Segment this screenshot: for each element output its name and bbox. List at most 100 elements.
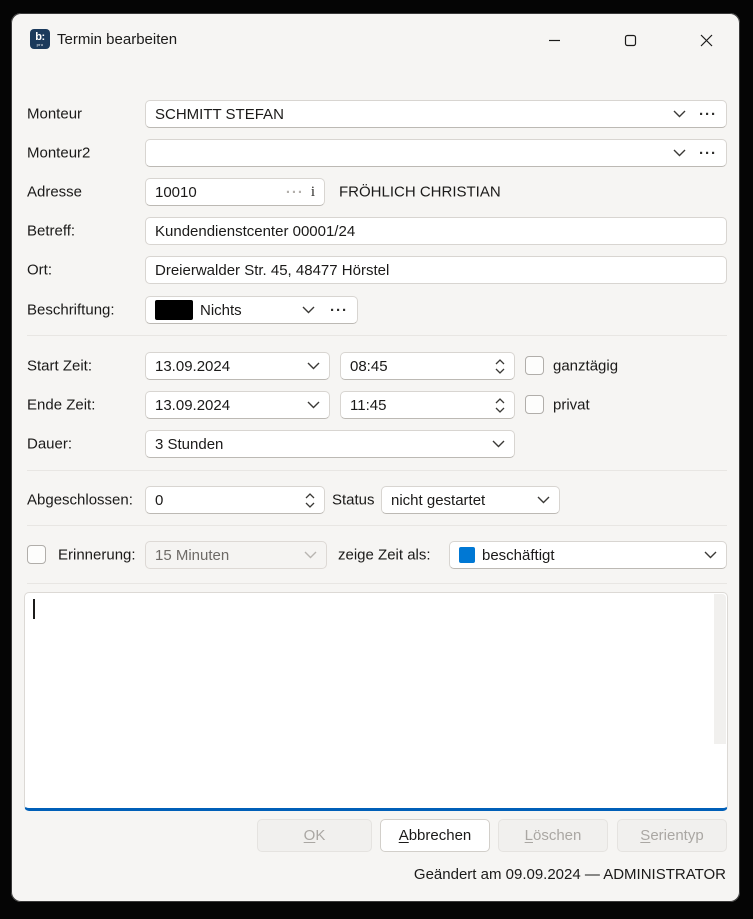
info-icon[interactable]: i <box>311 184 315 201</box>
adresse-label: Adresse <box>27 184 82 201</box>
row-start-zeit: Start Zeit: 13.09.2024 08:45 ganztägig <box>27 352 727 380</box>
spinner-arrows-icon[interactable] <box>305 493 315 508</box>
close-icon <box>700 34 713 47</box>
ganztaegig-checkbox[interactable] <box>525 356 544 375</box>
chevron-down-icon[interactable] <box>673 110 686 118</box>
row-erinnerung: Erinnerung: 15 Minuten zeige Zeit als: b… <box>27 541 727 569</box>
ende-date-value: 13.09.2024 <box>155 397 230 414</box>
zeige-zeit-als-label: zeige Zeit als: <box>338 547 431 564</box>
status-value: nicht gestartet <box>391 492 485 509</box>
abbrechen-button[interactable]: Abbrechen <box>380 819 490 852</box>
ende-time-value: 11:45 <box>350 397 386 414</box>
ort-input[interactable]: Dreierwalder Str. 45, 48477 Hörstel <box>145 256 727 284</box>
ganztaegig-label: ganztägig <box>553 358 618 375</box>
start-time-spinner[interactable]: 08:45 <box>340 352 515 380</box>
beschriftung-ellipsis-icon[interactable]: ··· <box>330 302 348 319</box>
ok-button[interactable]: OK <box>257 819 372 852</box>
serientyp-button[interactable]: Serientyp <box>617 819 727 852</box>
ende-time-spinner[interactable]: 11:45 <box>340 391 515 419</box>
row-monteur: Monteur SCHMITT STEFAN ··· <box>27 100 727 128</box>
row-monteur2: Monteur2 ··· <box>27 139 727 167</box>
row-abgeschlossen-status: Abgeschlossen: 0 Status nicht gestartet <box>27 486 727 514</box>
monteur2-label: Monteur2 <box>27 145 90 162</box>
abgeschlossen-label: Abgeschlossen: <box>27 492 133 509</box>
monteur-label: Monteur <box>27 106 82 123</box>
close-button[interactable] <box>694 28 718 52</box>
spinner-arrows-icon[interactable] <box>495 359 505 374</box>
minimize-button[interactable] <box>542 28 566 52</box>
chevron-down-icon[interactable] <box>307 401 320 409</box>
titlebar: b: pro Termin bearbeiten <box>11 13 740 69</box>
ende-date-combobox[interactable]: 13.09.2024 <box>145 391 330 419</box>
betreff-value: Kundendienstcenter 00001/24 <box>155 223 355 240</box>
chevron-down-icon[interactable] <box>302 306 315 314</box>
zeige-zeit-als-value: beschäftigt <box>482 547 555 564</box>
spinner-arrows-icon[interactable] <box>495 398 505 413</box>
chevron-down-icon[interactable] <box>307 362 320 370</box>
row-beschriftung: Beschriftung: Nichts ··· <box>27 296 727 324</box>
adresse-input[interactable]: 10010 ··· i <box>145 178 325 206</box>
app-logo-icon: b: pro <box>30 29 50 49</box>
maximize-icon <box>624 34 637 47</box>
adresse-linked-name: FRÖHLICH CHRISTIAN <box>339 184 501 201</box>
abgeschlossen-spinner[interactable]: 0 <box>145 486 325 514</box>
monteur2-ellipsis-icon[interactable]: ··· <box>699 145 717 162</box>
scrollbar-track[interactable] <box>714 594 726 744</box>
start-zeit-label: Start Zeit: <box>27 358 92 375</box>
text-cursor <box>33 599 35 619</box>
row-ort: Ort: Dreierwalder Str. 45, 48477 Hörstel <box>27 256 727 284</box>
ort-value: Dreierwalder Str. 45, 48477 Hörstel <box>155 262 389 279</box>
row-betreff: Betreff: Kundendienstcenter 00001/24 <box>27 217 727 245</box>
maximize-button[interactable] <box>618 28 642 52</box>
minimize-icon <box>548 34 561 47</box>
row-adresse: Adresse 10010 ··· i FRÖHLICH CHRISTIAN <box>27 178 727 206</box>
row-ende-zeit: Ende Zeit: 13.09.2024 11:45 privat <box>27 391 727 419</box>
section-divider <box>27 525 727 526</box>
status-combobox[interactable]: nicht gestartet <box>381 486 560 514</box>
busy-color-swatch <box>459 547 475 563</box>
monteur-ellipsis-icon[interactable]: ··· <box>699 106 717 123</box>
window-title: Termin bearbeiten <box>57 31 177 48</box>
erinnerung-checkbox[interactable] <box>27 545 46 564</box>
start-date-value: 13.09.2024 <box>155 358 230 375</box>
dialog-termin-bearbeiten: b: pro Termin bearbeiten Monteur SCHMITT… <box>11 13 740 902</box>
abgeschlossen-value: 0 <box>155 492 163 509</box>
monteur-value: SCHMITT STEFAN <box>155 106 284 123</box>
dauer-value: 3 Stunden <box>155 436 223 453</box>
abbrechen-button-label: A <box>399 827 409 844</box>
chevron-down-icon[interactable] <box>673 149 686 157</box>
loeschen-button-label: L <box>525 827 533 844</box>
beschriftung-value: Nichts <box>200 302 242 319</box>
ort-label: Ort: <box>27 262 52 279</box>
monteur-combobox[interactable]: SCHMITT STEFAN ··· <box>145 100 727 128</box>
dauer-label: Dauer: <box>27 436 72 453</box>
label-color-swatch <box>155 300 193 320</box>
privat-checkbox[interactable] <box>525 395 544 414</box>
erinnerung-label: Erinnerung: <box>58 547 136 564</box>
chevron-down-icon[interactable] <box>704 551 717 559</box>
beschriftung-label: Beschriftung: <box>27 302 115 319</box>
modified-status-text: Geändert am 09.09.2024 — ADMINISTRATOR <box>414 866 726 883</box>
ok-button-label: O <box>304 827 316 844</box>
erinnerung-combobox: 15 Minuten <box>145 541 327 569</box>
privat-label: privat <box>553 397 590 414</box>
row-dauer: Dauer: 3 Stunden <box>27 430 727 458</box>
zeige-zeit-als-combobox[interactable]: beschäftigt <box>449 541 727 569</box>
start-time-value: 08:45 <box>350 358 388 375</box>
beschriftung-combobox[interactable]: Nichts ··· <box>145 296 358 324</box>
betreff-input[interactable]: Kundendienstcenter 00001/24 <box>145 217 727 245</box>
chevron-down-icon <box>304 551 317 559</box>
app-logo-subtext: pro <box>37 43 44 47</box>
loeschen-button[interactable]: Löschen <box>498 819 608 852</box>
ende-zeit-label: Ende Zeit: <box>27 397 95 414</box>
chevron-down-icon[interactable] <box>492 440 505 448</box>
adresse-ellipsis-icon[interactable]: ··· <box>286 184 304 201</box>
chevron-down-icon[interactable] <box>537 496 550 504</box>
monteur2-combobox[interactable]: ··· <box>145 139 727 167</box>
dauer-combobox[interactable]: 3 Stunden <box>145 430 515 458</box>
notes-textarea[interactable] <box>24 592 728 811</box>
serientyp-button-label: S <box>640 827 650 844</box>
section-divider <box>27 335 727 336</box>
start-date-combobox[interactable]: 13.09.2024 <box>145 352 330 380</box>
app-logo-text: b: <box>35 32 44 43</box>
